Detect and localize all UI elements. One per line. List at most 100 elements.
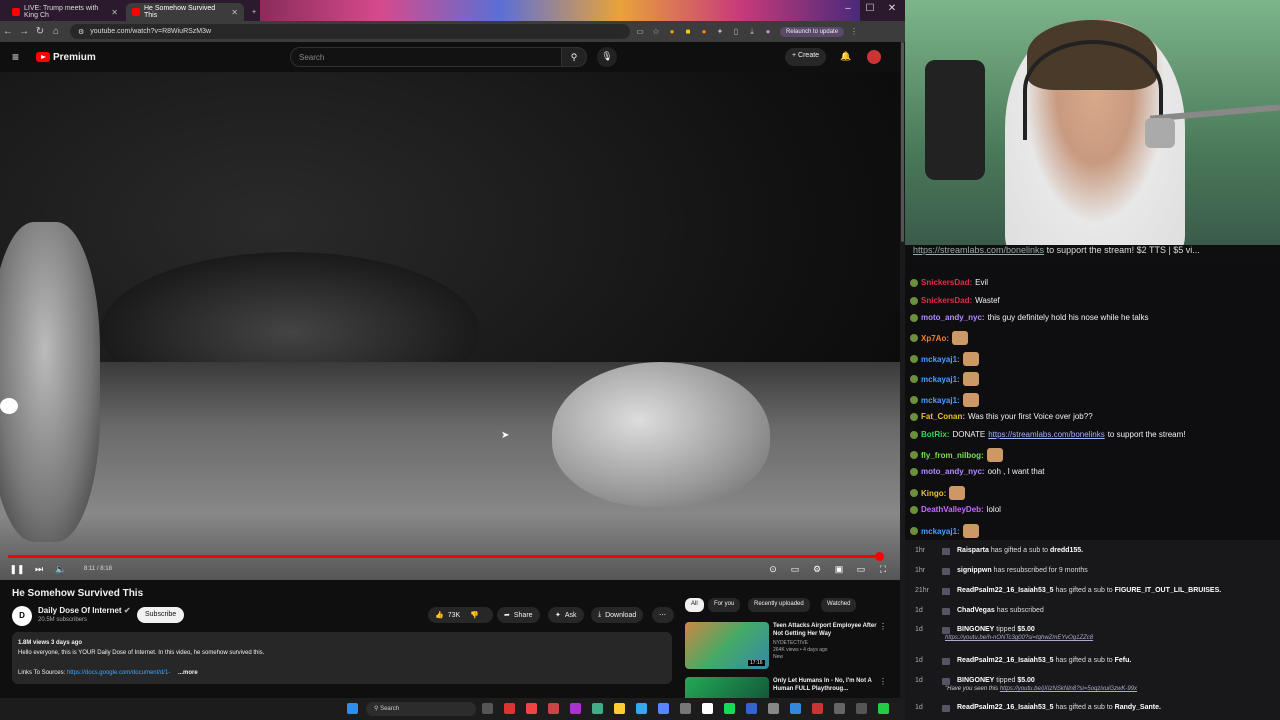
subscribe-button[interactable]: Subscribe — [137, 607, 185, 623]
search-input[interactable]: Search — [290, 47, 562, 67]
notifications-bell-icon[interactable]: 🔔 — [840, 51, 851, 62]
task-view-icon[interactable] — [482, 703, 493, 714]
app-icon[interactable] — [636, 703, 647, 714]
chat-username[interactable]: mckayaj1: — [921, 355, 960, 364]
downloads-icon[interactable]: ⤓ — [746, 27, 758, 37]
recommended-title[interactable]: Teen Attacks Airport Employee After Not … — [773, 622, 881, 638]
show-more-link[interactable]: ...more — [178, 670, 198, 676]
share-button[interactable]: ➦ Share — [497, 607, 540, 623]
reload-icon[interactable]: ↻ — [32, 26, 48, 37]
chat-username[interactable]: SnickersDad: — [921, 296, 972, 305]
chat-username[interactable]: DeathValleyDeb: — [921, 505, 984, 514]
taskbar-search[interactable]: ⚲ Search — [366, 702, 476, 716]
back-icon[interactable]: ← — [0, 26, 16, 37]
chat-username[interactable]: moto_andy_nyc: — [921, 313, 985, 322]
video-description[interactable]: 1.8M views 3 days ago Hello everyone, th… — [12, 632, 672, 684]
app-icon[interactable] — [768, 703, 779, 714]
thumbs-up-icon[interactable]: 👍 — [435, 611, 444, 619]
chip-recently-uploaded[interactable]: Recently uploaded — [748, 598, 810, 612]
search-icon[interactable]: ⚲ — [561, 47, 587, 67]
video-thumbnail[interactable] — [685, 677, 769, 698]
home-icon[interactable]: ⌂ — [48, 26, 64, 37]
source-link[interactable]: https://docs.google.com/document/d/1- — [67, 670, 170, 676]
chat-username[interactable]: Xp7Ao: — [921, 334, 949, 343]
video-player[interactable]: ➤ ❚❚ ⏭ 🔈 8:11 / 8:18 ⊙ ▭ ⚙ ▣ ▭ ⛶ — [0, 72, 900, 580]
profile-icon[interactable]: ● — [762, 27, 774, 37]
chat-username[interactable]: mckayaj1: — [921, 375, 960, 384]
video-progress-bar[interactable] — [8, 552, 884, 561]
extension-icon[interactable]: ■ — [682, 27, 694, 37]
chat-username[interactable]: Kingo: — [921, 489, 946, 498]
captions-icon[interactable]: ▭ — [784, 564, 806, 575]
discord-icon[interactable] — [658, 703, 669, 714]
maximize-icon[interactable]: ☐ — [859, 3, 881, 14]
hamburger-menu-icon[interactable]: ≡ — [12, 50, 26, 64]
channel-avatar[interactable]: D — [12, 606, 32, 626]
chat-username[interactable]: SnickersDad: — [921, 278, 972, 287]
cast-icon[interactable]: ▭ — [634, 27, 646, 37]
app-icon[interactable] — [856, 703, 867, 714]
chat-username[interactable]: fly_from_nilbog: — [921, 451, 984, 460]
settings-gear-icon[interactable]: ⚙ — [806, 564, 828, 575]
app-icon[interactable] — [746, 703, 757, 714]
chip-for-you[interactable]: For you — [708, 598, 741, 612]
app-icon[interactable] — [790, 703, 801, 714]
pause-icon[interactable]: ❚❚ — [6, 564, 28, 575]
chip-watched[interactable]: Watched — [821, 598, 857, 612]
spotify-icon[interactable] — [724, 703, 735, 714]
miniplayer-icon[interactable]: ▣ — [828, 564, 850, 575]
bookmark-star-icon[interactable]: ☆ — [650, 27, 662, 37]
extension-icon[interactable]: ● — [666, 27, 678, 37]
app-icon[interactable] — [680, 703, 691, 714]
scrollbar-thumb[interactable] — [901, 42, 904, 242]
app-icon[interactable] — [812, 703, 823, 714]
app-icon[interactable] — [834, 703, 845, 714]
close-window-icon[interactable]: ✕ — [881, 3, 903, 14]
chip-all[interactable]: All — [685, 598, 704, 612]
more-options-icon[interactable]: ⋮ — [879, 677, 887, 686]
windows-start-icon[interactable] — [347, 703, 358, 714]
volume-icon[interactable]: 🔈 — [50, 564, 72, 575]
chrome-icon[interactable] — [526, 703, 537, 714]
chat-username[interactable]: mckayaj1: — [921, 527, 960, 536]
chat-username[interactable]: Fat_Conan: — [921, 412, 965, 421]
create-button[interactable]: + Create — [785, 48, 827, 66]
voice-search-mic-icon[interactable]: 🎙 — [597, 47, 617, 67]
youtube-logo[interactable]: Premium — [36, 52, 96, 63]
close-tab-icon[interactable]: ✕ — [231, 8, 238, 17]
close-tab-icon[interactable]: ✕ — [111, 8, 118, 17]
chat-username[interactable]: moto_andy_nyc: — [921, 467, 985, 476]
minimize-icon[interactable]: – — [837, 3, 859, 14]
app-icon[interactable] — [570, 703, 581, 714]
app-icon[interactable] — [504, 703, 515, 714]
channel-name[interactable]: Daily Dose Of Internet ✔ — [38, 606, 131, 615]
more-actions-icon[interactable]: ⋯ — [652, 607, 674, 623]
browser-tab-2[interactable]: He Somehow Survived This ✕ — [126, 3, 244, 21]
theater-mode-icon[interactable]: ▭ — [850, 564, 872, 575]
app-icon[interactable] — [702, 703, 713, 714]
chat-username[interactable]: BotRix: — [921, 430, 949, 439]
forward-icon[interactable]: → — [16, 26, 32, 37]
recommended-video[interactable]: Only Let Humans In - No, I'm Not A Human… — [685, 677, 895, 698]
recommended-video[interactable]: 17:16 Teen Attacks Airport Employee Afte… — [685, 622, 895, 674]
download-button[interactable]: ⤓ Download — [591, 607, 644, 623]
site-info-icon[interactable]: ⚙ — [78, 28, 84, 36]
extension-icon[interactable]: ● — [698, 27, 710, 37]
browser-menu-icon[interactable]: ⋮ — [848, 27, 860, 37]
recommended-title[interactable]: Only Let Humans In - No, I'm Not A Human… — [773, 677, 881, 693]
autoplay-toggle-icon[interactable]: ⊙ — [762, 564, 784, 575]
app-icon[interactable] — [548, 703, 559, 714]
next-video-icon[interactable]: ⏭ — [28, 564, 50, 575]
like-dislike-group[interactable]: 👍 73K 👎 — [428, 607, 493, 623]
file-explorer-icon[interactable] — [614, 703, 625, 714]
url-field[interactable]: ⚙ youtube.com/watch?v=R8WiuRSzM3w — [70, 24, 630, 39]
relaunch-button[interactable]: Relaunch to update — [780, 26, 845, 37]
event-message-link[interactable]: https://youtu.be/h-nONTc3g00?si=tqhwZmEY… — [945, 635, 1093, 641]
new-tab-button[interactable]: + — [246, 3, 260, 21]
extensions-puzzle-icon[interactable]: ✦ — [714, 27, 726, 37]
sidebar-icon[interactable]: ▯ — [730, 27, 742, 37]
event-message-link[interactable]: https://youtu.be/jXIzNSkNln8?si=5oqzixui… — [1000, 686, 1137, 692]
app-icon[interactable] — [878, 703, 889, 714]
account-avatar[interactable] — [867, 50, 881, 64]
chat-username[interactable]: mckayaj1: — [921, 396, 960, 405]
